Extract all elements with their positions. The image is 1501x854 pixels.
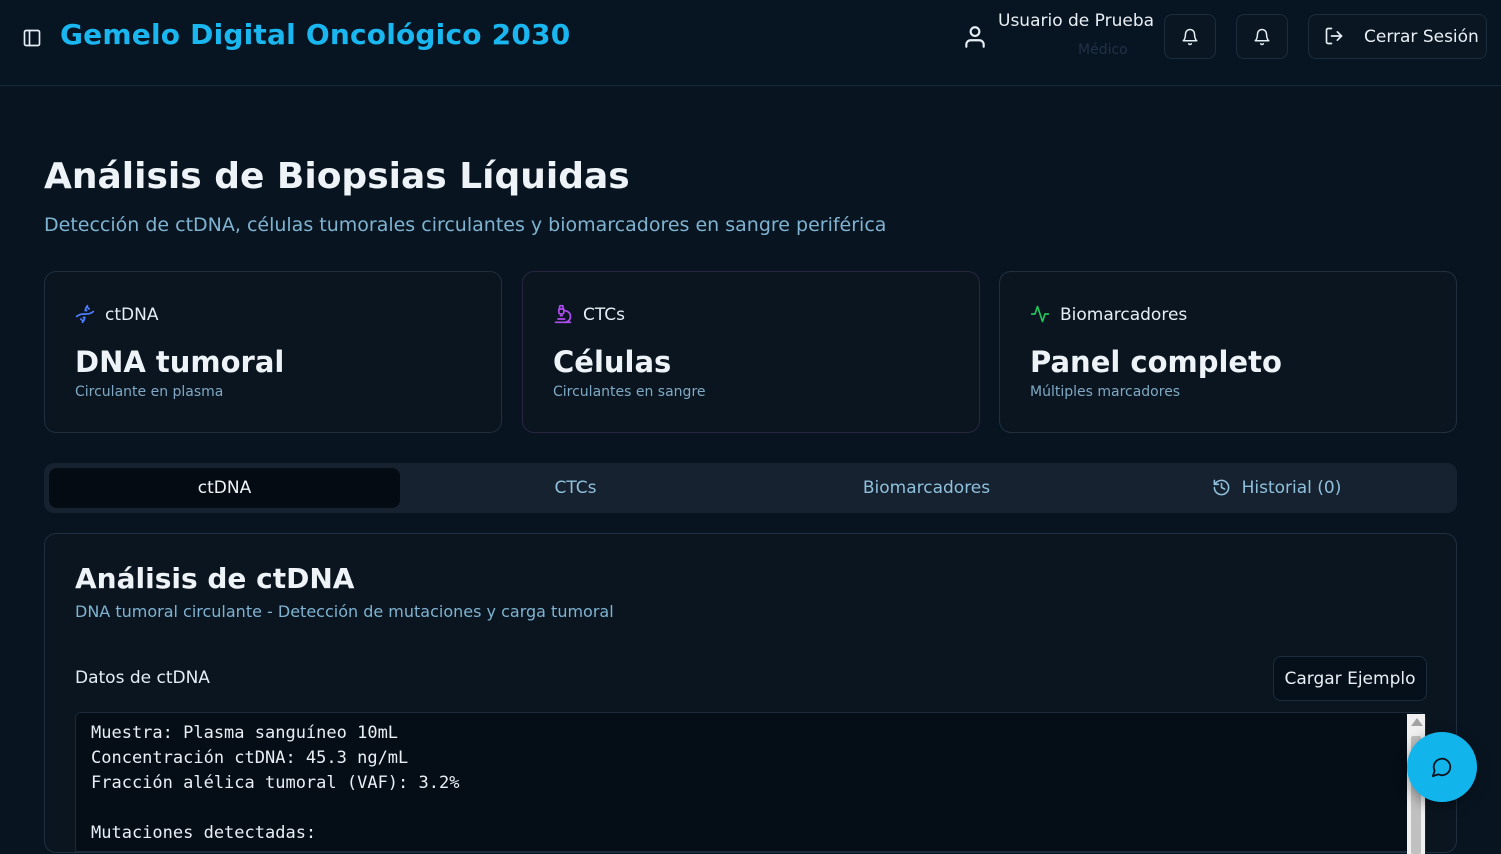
logout-label: Cerrar Sesión	[1364, 26, 1479, 47]
tab-biomarkers[interactable]: Biomarcadores	[751, 468, 1102, 508]
card-label: CTCs	[583, 305, 625, 325]
card-description: Circulantes en sangre	[553, 384, 706, 400]
tab-history[interactable]: Historial (0)	[1101, 468, 1452, 508]
ctdna-data-label: Datos de ctDNA	[75, 668, 210, 688]
user-role: Médico	[1078, 42, 1128, 58]
card-value: DNA tumoral	[75, 345, 285, 379]
analysis-tabs: ctDNA CTCs Biomarcadores Historial (0)	[44, 463, 1457, 513]
logout-icon	[1324, 26, 1346, 48]
bell-icon	[1253, 28, 1271, 46]
activity-icon	[1030, 304, 1052, 326]
stat-card-ctcs: CTCs Células Circulantes en sangre	[522, 271, 980, 433]
tab-label: Historial (0)	[1241, 478, 1342, 498]
app-title: Gemelo Digital Oncológico 2030	[60, 18, 571, 51]
user-info: Usuario de Prueba Médico	[962, 10, 1155, 70]
page-subtitle: Detección de ctDNA, células tumorales ci…	[44, 214, 887, 236]
card-value: Panel completo	[1030, 345, 1282, 379]
dna-icon	[75, 304, 97, 326]
tab-ctcs[interactable]: CTCs	[400, 468, 751, 508]
panel-subtitle: DNA tumoral circulante - Detección de mu…	[75, 602, 614, 621]
bell-icon	[1181, 28, 1199, 46]
tab-label: ctDNA	[197, 478, 252, 498]
card-value: Células	[553, 345, 672, 379]
top-header: Gemelo Digital Oncológico 2030 Usuario d…	[0, 0, 1501, 86]
ctdna-analysis-panel: Análisis de ctDNA DNA tumoral circulante…	[44, 533, 1457, 854]
sidebar-toggle-icon[interactable]	[20, 26, 44, 50]
user-icon	[962, 24, 988, 50]
logout-button[interactable]: Cerrar Sesión	[1308, 14, 1487, 59]
tab-ctdna[interactable]: ctDNA	[49, 468, 400, 508]
card-description: Múltiples marcadores	[1030, 384, 1181, 400]
user-name: Usuario de Prueba	[998, 11, 1155, 31]
chat-assistant-button[interactable]	[1407, 732, 1477, 802]
stat-card-biomarkers: Biomarcadores Panel completo Múltiples m…	[999, 271, 1457, 433]
ctdna-data-textarea[interactable]: Muestra: Plasma sanguíneo 10mL Concentra…	[75, 712, 1426, 852]
card-label: Biomarcadores	[1060, 305, 1188, 325]
tab-label: CTCs	[554, 478, 597, 498]
microscope-icon	[553, 304, 575, 326]
card-description: Circulante en plasma	[75, 384, 224, 400]
history-icon	[1212, 478, 1232, 498]
alerts-button[interactable]	[1236, 14, 1288, 59]
chat-bubble-icon	[1431, 756, 1453, 778]
scroll-up-arrow-icon[interactable]	[1411, 718, 1423, 726]
load-example-button[interactable]: Cargar Ejemplo	[1273, 656, 1427, 701]
card-label: ctDNA	[105, 305, 159, 325]
notifications-button[interactable]	[1164, 14, 1216, 59]
stat-card-ctdna: ctDNA DNA tumoral Circulante en plasma	[44, 271, 502, 433]
panel-title: Análisis de ctDNA	[75, 562, 355, 595]
tab-label: Biomarcadores	[862, 478, 991, 498]
page-title: Análisis de Biopsias Líquidas	[44, 156, 630, 197]
